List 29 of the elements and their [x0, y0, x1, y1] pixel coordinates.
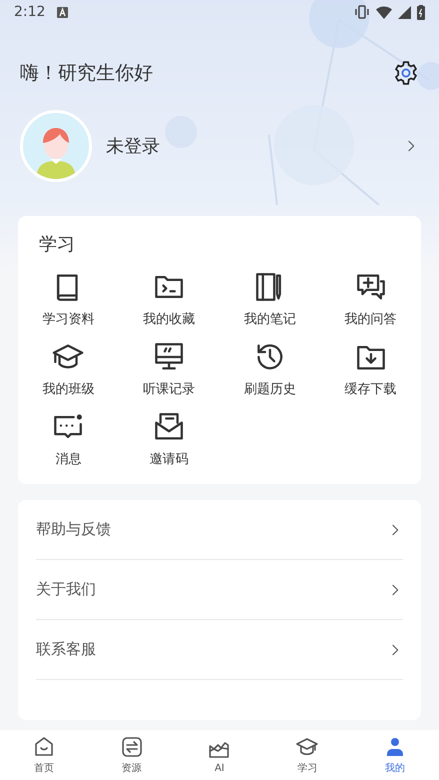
swap-arrows-icon	[120, 735, 144, 759]
signal-icon	[398, 6, 411, 18]
tab[interactable]: 资源	[88, 730, 176, 780]
menu-item[interactable]: 听课记录	[118, 340, 220, 398]
battery-icon	[417, 4, 425, 20]
notification-icon	[57, 6, 68, 18]
menu-item[interactable]: 刷题历史	[220, 340, 320, 398]
settings-icon[interactable]	[393, 60, 419, 86]
tab[interactable]: 我的	[351, 730, 439, 780]
vibrate-icon	[354, 5, 370, 19]
menu-item[interactable]: 缓存下载	[320, 340, 421, 398]
status-time: 2:12	[14, 4, 46, 20]
tab[interactable]: 首页	[0, 730, 88, 780]
list-item[interactable]: 帮助与反馈	[36, 500, 403, 560]
list-item[interactable]: 关于我们	[36, 560, 403, 620]
menu-item[interactable]: 邀请码	[118, 410, 220, 468]
wifi-icon	[376, 6, 392, 18]
tab[interactable]: AI	[176, 730, 264, 780]
menu-item[interactable]: 学习资料	[18, 270, 119, 328]
tab[interactable]: 学习	[263, 730, 352, 780]
menu-item[interactable]: 消息	[18, 410, 119, 468]
menu-item[interactable]: 我的笔记	[220, 270, 320, 328]
menu-item[interactable]: 我的班级	[18, 340, 119, 398]
list-item[interactable]: 联系客服	[36, 620, 403, 680]
menu-item[interactable]: 我的收藏	[118, 270, 220, 328]
greeting-text: 嗨！研究生你好	[20, 61, 153, 86]
menu-item[interactable]: 我的问答	[320, 270, 421, 328]
card-title: 学习	[39, 233, 75, 256]
login-status-text[interactable]: 未登录	[106, 134, 403, 158]
